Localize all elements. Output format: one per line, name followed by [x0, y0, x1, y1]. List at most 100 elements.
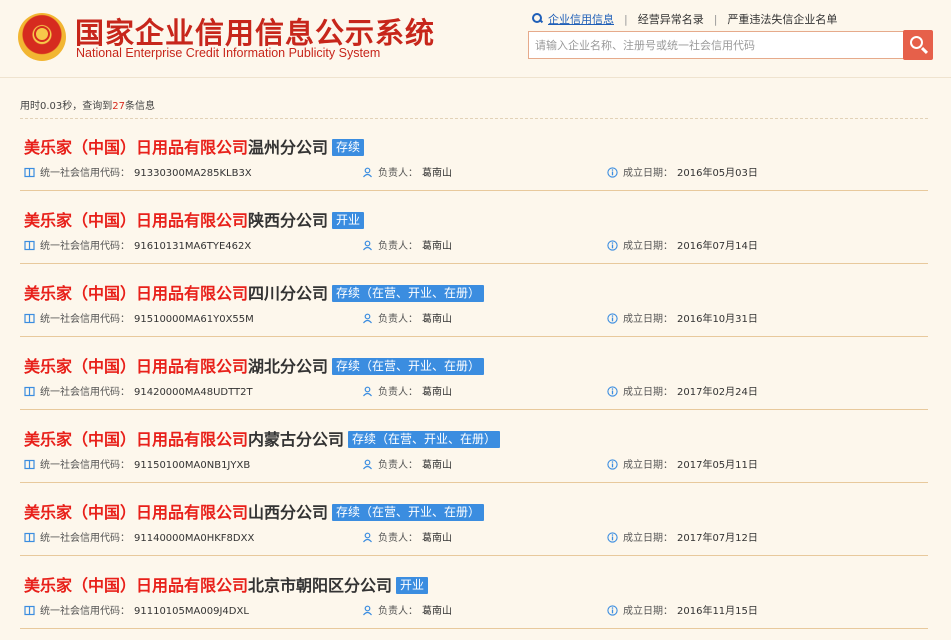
- legal-person-value: 葛南山: [422, 168, 452, 179]
- credit-code-value: 91140000MA0HKF8DXX: [134, 533, 255, 544]
- established-date-value: 2017年07月12日: [677, 533, 758, 544]
- book-icon: [24, 167, 35, 178]
- credit-code: 统一社会信用代码： 91110105MA009J4DXL: [24, 602, 249, 617]
- legal-person-label: 负责人：: [378, 460, 418, 471]
- company-name-link[interactable]: 美乐家（中国）日用品有限公司山西分公司 存续（在营、开业、在册）: [24, 499, 485, 523]
- credit-code: 统一社会信用代码： 91330300MA285KLB3X: [24, 164, 252, 179]
- result-count: 27: [112, 101, 125, 112]
- credit-code: 统一社会信用代码： 91510000MA61Y0X55M: [24, 310, 254, 325]
- established-date-label: 成立日期：: [623, 606, 673, 617]
- legal-person: 负责人： 葛南山: [362, 164, 452, 179]
- credit-code-value: 91150100MA0NB1JYXB: [134, 460, 251, 471]
- result-item: 美乐家（中国）日用品有限公司北京市朝阳区分公司 开业统一社会信用代码： 911101…: [20, 556, 928, 629]
- credit-code: 统一社会信用代码： 91150100MA0NB1JYXB: [24, 456, 250, 471]
- nav-abnormal-list[interactable]: 经营异常名录: [638, 13, 704, 26]
- established-date-label: 成立日期：: [623, 533, 673, 544]
- result-item: 美乐家（中国）日用品有限公司温州分公司 存续统一社会信用代码： 91330300MA…: [20, 118, 928, 191]
- company-name-link[interactable]: 美乐家（中国）日用品有限公司内蒙古分公司 存续（在营、开业、在册）: [24, 426, 501, 450]
- legal-person-value: 葛南山: [422, 460, 452, 471]
- company-name-branch: 山西分公司: [248, 503, 329, 522]
- company-name-link[interactable]: 美乐家（中国）日用品有限公司湖北分公司 存续（在营、开业、在册）: [24, 353, 485, 377]
- credit-code-value: 91330300MA285KLB3X: [134, 168, 252, 179]
- top-nav: 企业信用信息 | 经营异常名录 | 严重违法失信企业名单: [532, 11, 837, 27]
- legal-person-label: 负责人：: [378, 168, 418, 179]
- credit-code-label: 统一社会信用代码：: [40, 606, 130, 617]
- credit-code-label: 统一社会信用代码：: [40, 314, 130, 325]
- search-input[interactable]: [529, 32, 903, 58]
- company-name-highlight: 美乐家（中国）日用品有限公司: [24, 576, 249, 595]
- established-date-label: 成立日期：: [623, 460, 673, 471]
- national-emblem-icon: [18, 13, 66, 61]
- company-name-highlight: 美乐家（中国）日用品有限公司: [24, 211, 249, 230]
- status-badge: 开业: [396, 577, 429, 594]
- company-name-link[interactable]: 美乐家（中国）日用品有限公司陕西分公司 开业: [24, 207, 365, 231]
- legal-person-value: 葛南山: [422, 533, 452, 544]
- result-list: 美乐家（中国）日用品有限公司温州分公司 存续 统一社会信用代码： 91330300MA…: [20, 118, 928, 629]
- info-icon: [607, 240, 618, 251]
- credit-code-label: 统一社会信用代码：: [40, 387, 130, 398]
- credit-code-value: 91420000MA48UDTT2T: [134, 387, 253, 398]
- legal-person-label: 负责人：: [378, 387, 418, 398]
- company-name-branch: 四川分公司: [248, 284, 329, 303]
- company-name-link[interactable]: 美乐家（中国）日用品有限公司四川分公司 存续（在营、开业、在册）: [24, 280, 485, 304]
- credit-code-label: 统一社会信用代码：: [40, 460, 130, 471]
- company-name-highlight: 美乐家（中国）日用品有限公司: [24, 430, 249, 449]
- info-icon: [607, 313, 618, 324]
- established-date-value: 2016年05月03日: [677, 168, 758, 179]
- legal-person-label: 负责人：: [378, 606, 418, 617]
- established-date-label: 成立日期：: [623, 387, 673, 398]
- established-date-value: 2016年07月14日: [677, 241, 758, 252]
- nav-blacklist[interactable]: 严重违法失信企业名单: [727, 13, 837, 26]
- credit-code-label: 统一社会信用代码：: [40, 533, 130, 544]
- credit-code: 统一社会信用代码： 91610131MA6TYE462X: [24, 237, 251, 252]
- book-icon: [24, 532, 35, 543]
- result-stats: 用时0.03秒，查询到27条信息: [20, 101, 155, 112]
- status-badge: 存续（在营、开业、在册）: [348, 431, 501, 448]
- status-badge: 存续: [332, 139, 365, 156]
- result-item: 美乐家（中国）日用品有限公司陕西分公司 开业统一社会信用代码： 91610131MA…: [20, 191, 928, 264]
- legal-person: 负责人： 葛南山: [362, 383, 452, 398]
- company-name-highlight: 美乐家（中国）日用品有限公司: [24, 138, 249, 157]
- company-name-highlight: 美乐家（中国）日用品有限公司: [24, 357, 249, 376]
- legal-person-label: 负责人：: [378, 533, 418, 544]
- established-date: 成立日期： 2016年11月15日: [607, 602, 758, 617]
- credit-code-value: 91510000MA61Y0X55M: [134, 314, 254, 325]
- book-icon: [24, 386, 35, 397]
- result-item: 美乐家（中国）日用品有限公司内蒙古分公司 存续（在营、开业、在册） 统一社会信用代码…: [20, 410, 928, 483]
- credit-code-label: 统一社会信用代码：: [40, 241, 130, 252]
- status-badge: 存续（在营、开业、在册）: [332, 285, 485, 302]
- site-title-en: National Enterprise Credit Information P…: [76, 46, 381, 60]
- established-date-value: 2016年10月31日: [677, 314, 758, 325]
- legal-person-value: 葛南山: [422, 241, 452, 252]
- established-date: 成立日期： 2016年10月31日: [607, 310, 758, 325]
- book-icon: [24, 313, 35, 324]
- legal-person: 负责人： 葛南山: [362, 237, 452, 252]
- company-name-link[interactable]: 美乐家（中国）日用品有限公司北京市朝阳区分公司 开业: [24, 572, 429, 596]
- result-item: 美乐家（中国）日用品有限公司四川分公司 存续（在营、开业、在册） 统一社会信用代码：…: [20, 264, 928, 337]
- established-date-value: 2017年05月11日: [677, 460, 758, 471]
- info-icon: [607, 459, 618, 470]
- legal-person: 负责人： 葛南山: [362, 310, 452, 325]
- credit-code-value: 91110105MA009J4DXL: [134, 606, 249, 617]
- company-name-highlight: 美乐家（中国）日用品有限公司: [24, 284, 249, 303]
- company-name-highlight: 美乐家（中国）日用品有限公司: [24, 503, 249, 522]
- company-name-link[interactable]: 美乐家（中国）日用品有限公司温州分公司 存续: [24, 134, 365, 158]
- search-icon: [532, 13, 543, 24]
- user-icon: [362, 459, 373, 470]
- search-button[interactable]: [903, 30, 933, 60]
- search-box: [528, 31, 904, 59]
- established-date: 成立日期： 2017年07月12日: [607, 529, 758, 544]
- book-icon: [24, 605, 35, 616]
- established-date-value: 2016年11月15日: [677, 606, 758, 617]
- legal-person: 负责人： 葛南山: [362, 456, 452, 471]
- legal-person-value: 葛南山: [422, 606, 452, 617]
- info-icon: [607, 532, 618, 543]
- established-date: 成立日期： 2017年02月24日: [607, 383, 758, 398]
- company-name-branch: 湖北分公司: [248, 357, 329, 376]
- established-date-value: 2017年02月24日: [677, 387, 758, 398]
- credit-code: 统一社会信用代码： 91140000MA0HKF8DXX: [24, 529, 254, 544]
- company-name-branch: 陕西分公司: [248, 211, 329, 230]
- nav-enterprise-credit[interactable]: 企业信用信息: [548, 13, 614, 26]
- established-date: 成立日期： 2016年05月03日: [607, 164, 758, 179]
- status-badge: 开业: [332, 212, 365, 229]
